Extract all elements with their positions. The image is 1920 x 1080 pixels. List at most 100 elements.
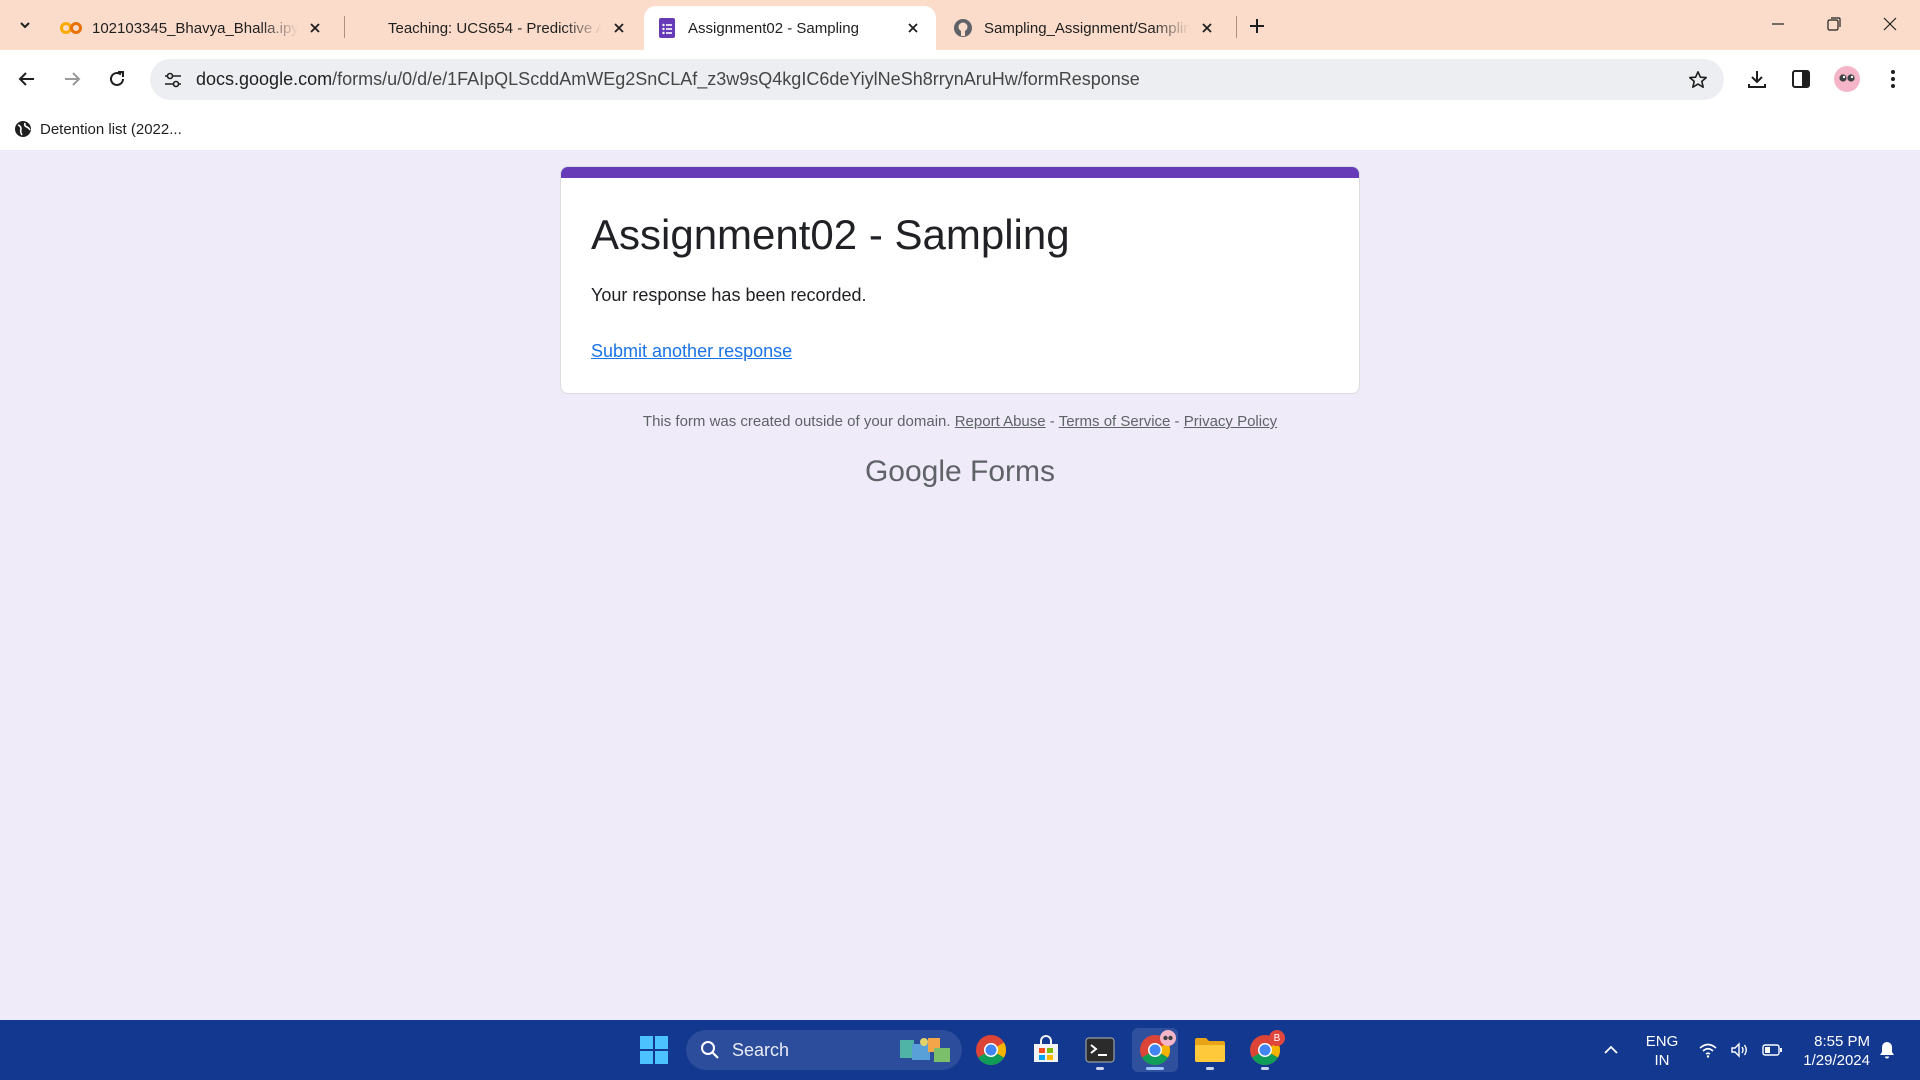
side-panel-button[interactable]	[1785, 63, 1817, 95]
minimize-icon	[1771, 17, 1785, 31]
bell-icon	[1879, 1041, 1895, 1059]
taskbar-chrome-badged[interactable]: B	[1242, 1028, 1288, 1072]
side-panel-icon	[1791, 69, 1811, 89]
close-icon	[1883, 17, 1897, 31]
tab-colab[interactable]: 102103345_Bhavya_Bhalla.ipynb	[48, 6, 338, 50]
back-button[interactable]	[11, 63, 43, 95]
terms-of-service-link[interactable]: Terms of Service	[1059, 413, 1171, 430]
chrome-icon	[975, 1034, 1007, 1066]
domain-notice: This form was created outside of your do…	[642, 413, 951, 430]
footer-separator: -	[1170, 413, 1184, 430]
response-card: Assignment02 - Sampling Your response ha…	[560, 166, 1360, 394]
close-icon[interactable]	[902, 17, 924, 39]
arrow-left-icon	[18, 70, 36, 88]
region-code: IN	[1654, 1052, 1670, 1069]
close-icon[interactable]	[1196, 17, 1218, 39]
minimize-button[interactable]	[1750, 0, 1806, 48]
confirmation-message: Your response has been recorded.	[591, 285, 867, 305]
folder-icon	[1194, 1037, 1226, 1063]
url-host: docs.google.com	[196, 69, 333, 89]
form-title: Assignment02 - Sampling	[591, 211, 1070, 258]
close-window-button[interactable]	[1862, 0, 1918, 48]
globe-icon	[14, 120, 32, 138]
running-indicator	[1206, 1067, 1214, 1070]
taskbar-store[interactable]	[1023, 1028, 1069, 1072]
chevron-up-icon	[1603, 1045, 1619, 1055]
chrome-menu-button[interactable]	[1877, 63, 1909, 95]
reload-button[interactable]	[101, 63, 133, 95]
taskbar-search[interactable]: Search	[686, 1030, 962, 1070]
notifications-button[interactable]	[1872, 1020, 1902, 1080]
downloads-button[interactable]	[1741, 63, 1773, 95]
tab-title: Teaching: UCS654 - Predictive Analytics	[388, 19, 602, 37]
close-icon[interactable]	[608, 17, 630, 39]
tab-teaching[interactable]: Teaching: UCS654 - Predictive Analytics	[352, 6, 642, 50]
running-indicator	[1096, 1067, 1104, 1070]
tab-assignment-form[interactable]: Assignment02 - Sampling	[644, 6, 936, 50]
logo-forms-text: Forms	[970, 455, 1056, 488]
running-indicator	[1146, 1067, 1164, 1070]
footer-separator: -	[1045, 413, 1059, 430]
download-icon	[1747, 69, 1767, 89]
start-button[interactable]	[631, 1028, 677, 1072]
browser-toolbar: docs.google.com/forms/u/0/d/e/1FAIpQLScd…	[0, 50, 1920, 108]
quick-settings-button[interactable]	[1692, 1020, 1788, 1080]
profile-avatar-icon	[1160, 1030, 1176, 1046]
address-bar[interactable]: docs.google.com/forms/u/0/d/e/1FAIpQLScd…	[150, 59, 1724, 100]
form-accent-bar	[561, 167, 1359, 178]
site-info-button[interactable]	[160, 67, 186, 93]
google-forms-logo[interactable]: Google Forms	[560, 455, 1360, 489]
bookmark-detention-list[interactable]: Detention list (2022...	[14, 116, 182, 142]
search-highlight-icon	[896, 1034, 954, 1066]
clock[interactable]: 8:55 PM 1/29/2024	[1790, 1032, 1870, 1070]
running-indicator	[1261, 1067, 1269, 1070]
more-vert-icon	[1890, 69, 1896, 89]
tab-github[interactable]: Sampling_Assignment/Sampling	[940, 6, 1230, 50]
bookmark-label: Detention list (2022...	[40, 120, 182, 138]
tab-title: Sampling_Assignment/Sampling	[984, 19, 1190, 37]
avatar	[1834, 66, 1860, 92]
taskbar-chrome[interactable]	[968, 1028, 1014, 1072]
logo-google-text: Google	[864, 455, 962, 488]
google-forms-icon	[656, 17, 678, 39]
taskbar-terminal[interactable]	[1077, 1028, 1123, 1072]
tab-search-button[interactable]	[10, 12, 40, 38]
taskbar-chrome-profile[interactable]	[1132, 1028, 1178, 1072]
input-language-indicator[interactable]: ENG IN	[1640, 1032, 1684, 1070]
wifi-icon	[1698, 1042, 1718, 1058]
profile-button[interactable]	[1831, 63, 1863, 95]
search-label: Search	[732, 1040, 790, 1060]
volume-icon	[1730, 1042, 1750, 1058]
bookmarks-bar: Detention list (2022...	[0, 108, 1920, 150]
form-footer: This form was created outside of your do…	[560, 413, 1360, 430]
tune-icon	[164, 72, 182, 88]
colab-icon	[60, 17, 82, 39]
new-tab-button[interactable]	[1242, 12, 1272, 40]
lang-code: ENG	[1645, 1033, 1679, 1050]
clock-date: 1/29/2024	[1803, 1052, 1870, 1069]
terminal-icon	[1085, 1037, 1115, 1063]
show-hidden-icons-button[interactable]	[1596, 1020, 1626, 1080]
star-icon	[1688, 70, 1708, 90]
search-icon	[700, 1040, 720, 1060]
report-abuse-link[interactable]: Report Abuse	[955, 413, 1046, 430]
submit-another-response-link[interactable]: Submit another response	[591, 341, 792, 362]
restore-button[interactable]	[1806, 0, 1862, 48]
tab-strip: 102103345_Bhavya_Bhalla.ipynb Teaching: …	[0, 0, 1920, 50]
close-icon[interactable]	[304, 17, 326, 39]
url-text[interactable]: docs.google.com/forms/u/0/d/e/1FAIpQLScd…	[196, 69, 1140, 90]
plus-icon	[1249, 18, 1265, 34]
tab-title: Assignment02 - Sampling	[688, 19, 859, 37]
profile-badge: B	[1269, 1030, 1285, 1046]
chevron-down-icon	[18, 18, 32, 32]
forward-button[interactable]	[56, 63, 88, 95]
reload-icon	[108, 70, 126, 88]
store-icon	[1031, 1035, 1061, 1065]
privacy-policy-link[interactable]: Privacy Policy	[1184, 413, 1277, 430]
tab-separator	[344, 16, 345, 38]
tab-title: 102103345_Bhavya_Bhalla.ipynb	[92, 19, 298, 37]
taskbar-file-explorer[interactable]	[1187, 1028, 1233, 1072]
bookmark-star-button[interactable]	[1686, 68, 1710, 92]
battery-icon	[1762, 1044, 1782, 1056]
clock-time: 8:55 PM	[1814, 1033, 1870, 1050]
